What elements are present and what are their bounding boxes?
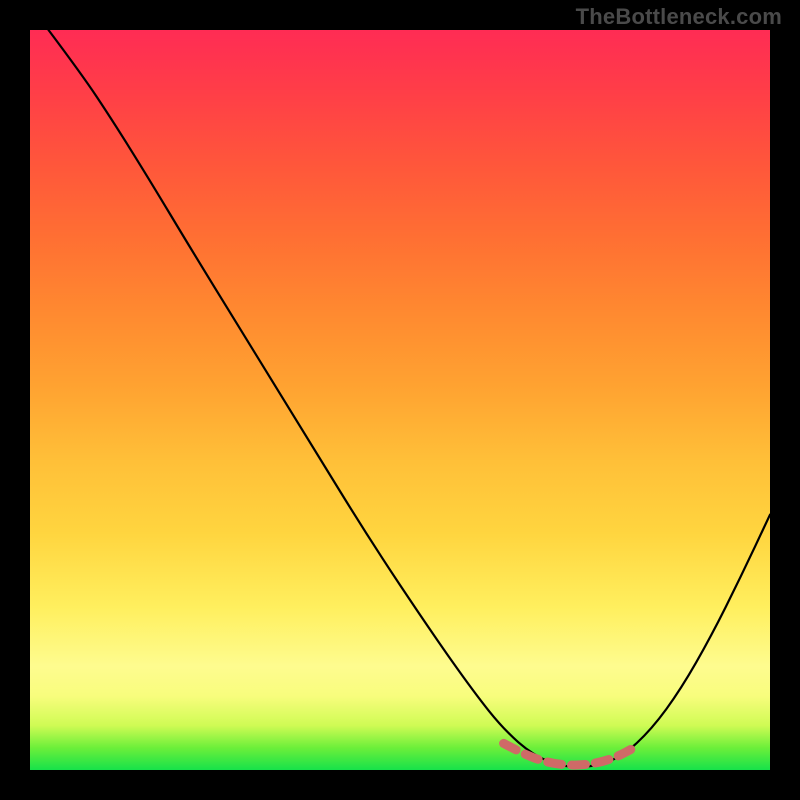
watermark-text: TheBottleneck.com [576,4,782,30]
plot-svg [30,30,770,770]
bottleneck-curve [49,30,771,767]
plot-area [30,30,770,770]
chart-frame: TheBottleneck.com [0,0,800,800]
